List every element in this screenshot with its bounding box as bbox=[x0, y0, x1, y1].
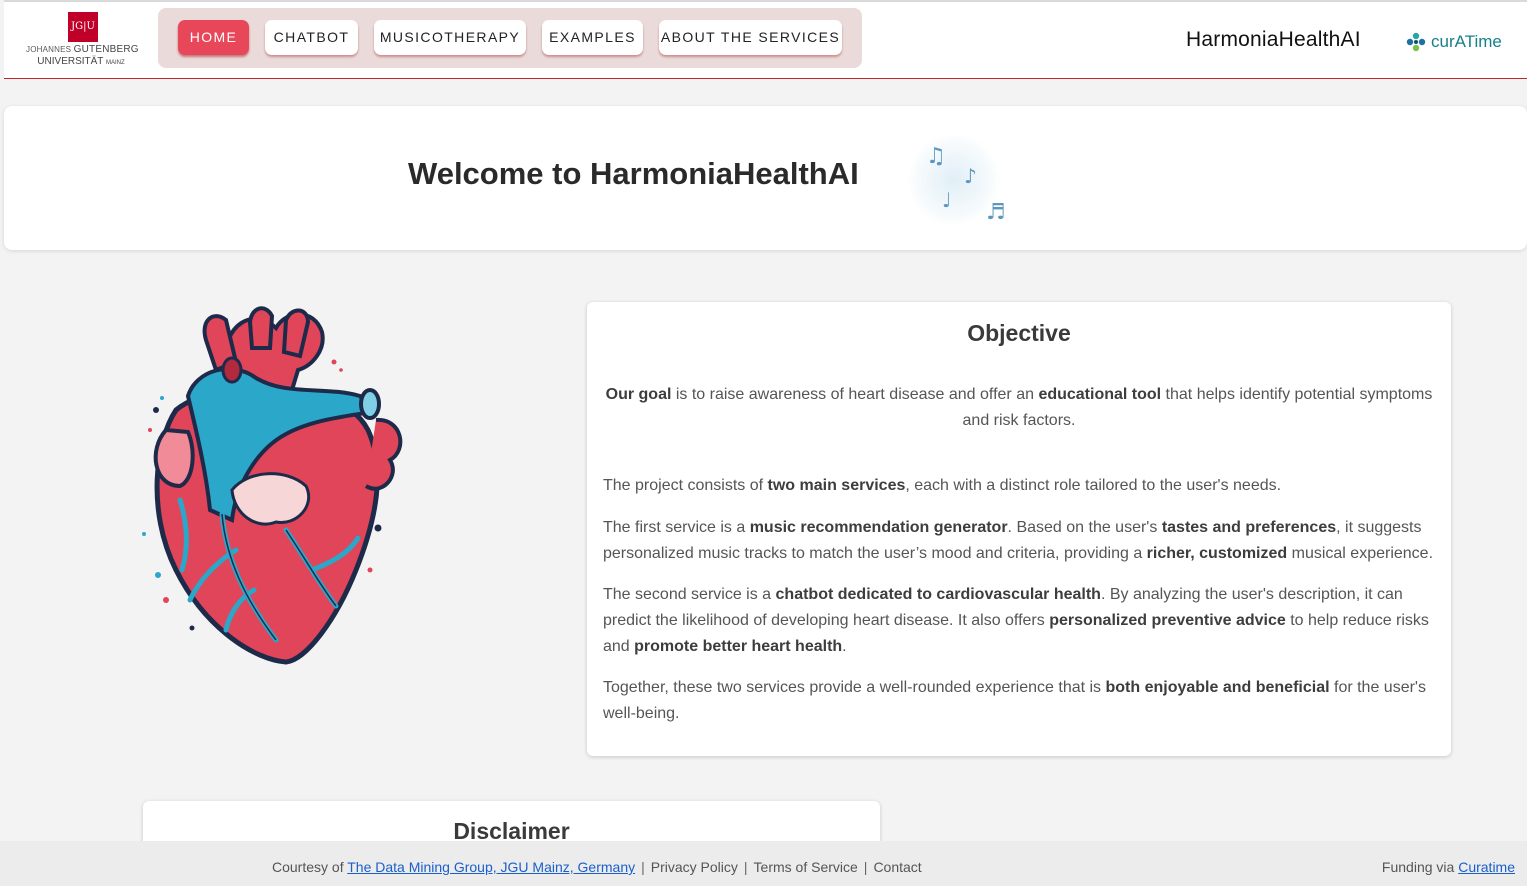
p1-bold-1: two main services bbox=[767, 477, 906, 494]
funding-note: Funding via Curatime bbox=[1382, 859, 1515, 875]
nav-examples-button[interactable]: EXAMPLES bbox=[542, 20, 643, 55]
quarter-note-icon: ♩ bbox=[942, 188, 952, 212]
top-header: JG|U JOHANNES GUTENBERG UNIVERSITÄT MAIN… bbox=[4, 2, 1527, 79]
left-auricle bbox=[153, 427, 195, 489]
footer-links: Courtesy of The Data Mining Group, JGU M… bbox=[272, 859, 922, 875]
logo-line-2: UNIVERSITÄT MAINZ bbox=[26, 56, 136, 67]
logo-line-2-small: MAINZ bbox=[106, 60, 125, 66]
privacy-policy-link[interactable]: Privacy Policy bbox=[651, 859, 738, 875]
goal-bold-1: Our goal bbox=[605, 386, 672, 403]
p3-text-1: The second service is a bbox=[603, 586, 776, 603]
courtesy-prefix: Courtesy of bbox=[272, 859, 348, 875]
logo-line-1-small: JOHANNES bbox=[26, 45, 72, 54]
welcome-title: Welcome to HarmoniaHealthAI bbox=[408, 156, 859, 191]
p3-bold-3: promote better heart health bbox=[634, 638, 843, 655]
p2-bold-3: richer, customized bbox=[1146, 545, 1288, 562]
paragraph-summary: Together, these two services provide a w… bbox=[603, 675, 1439, 727]
p3-text-4: . bbox=[842, 638, 847, 655]
music-notes-icon: ♫ ♪ ♩ ♬ bbox=[904, 130, 1014, 230]
objective-goal: Our goal is to raise awareness of heart … bbox=[603, 382, 1435, 434]
nav-home-button[interactable]: HOME bbox=[178, 20, 249, 55]
p2-text-4: musical experience. bbox=[1287, 545, 1434, 562]
p1-text-2: , each with a distinct role tailored to … bbox=[905, 477, 1282, 494]
eighth-note-icon: ♪ bbox=[964, 164, 977, 188]
nav-chatbot-button[interactable]: CHATBOT bbox=[265, 20, 358, 55]
curatime-logo-icon bbox=[1406, 32, 1426, 52]
objective-title: Objective bbox=[967, 320, 1071, 346]
footer-separator: | bbox=[863, 859, 868, 875]
anatomical-heart-illustration bbox=[142, 306, 403, 665]
curatime-link[interactable]: Curatime bbox=[1458, 859, 1515, 875]
p2-bold-2: tastes and preferences bbox=[1161, 519, 1337, 536]
p4-bold-1: both enjoyable and beneficial bbox=[1105, 679, 1330, 696]
p2-text-1: The first service is a bbox=[603, 519, 750, 536]
contact-link[interactable]: Contact bbox=[873, 859, 921, 875]
jgu-logo-mark: JG|U bbox=[68, 12, 98, 42]
beamed-note-icon: ♫ bbox=[926, 144, 946, 169]
nav-musicotherapy-button[interactable]: MUSICOTHERAPY bbox=[374, 20, 526, 55]
curatime-logo-text: curATime bbox=[1431, 32, 1502, 51]
p4-text-1: Together, these two services provide a w… bbox=[603, 679, 1106, 696]
university-logo[interactable]: JG|U JOHANNES GUTENBERG UNIVERSITÄT MAIN… bbox=[26, 10, 139, 70]
footer-separator: | bbox=[743, 859, 748, 875]
objective-card: Objective Our goal is to raise awareness… bbox=[587, 302, 1451, 756]
goal-text-1: is to raise awareness of heart disease a… bbox=[671, 386, 1039, 403]
p2-text-2: . Based on the user's bbox=[1007, 519, 1162, 536]
vena-cava-opening bbox=[221, 356, 243, 384]
p3-bold-1: chatbot dedicated to cardiovascular heal… bbox=[775, 586, 1101, 603]
goal-bold-2: educational tool bbox=[1038, 386, 1162, 403]
sixteenth-note-icon: ♬ bbox=[986, 200, 1006, 225]
aorta-branch-mid bbox=[247, 306, 275, 350]
main-navigation: HOME CHATBOT MUSICOTHERAPY EXAMPLES ABOU… bbox=[158, 8, 862, 68]
logo-line-2-main: UNIVERSITÄT bbox=[37, 56, 104, 67]
nav-about-services-button[interactable]: ABOUT THE SERVICES bbox=[659, 20, 842, 55]
terms-of-service-link[interactable]: Terms of Service bbox=[754, 859, 858, 875]
p1-text-1: The project consists of bbox=[603, 477, 768, 494]
logo-line-1-main: GUTENBERG bbox=[73, 44, 139, 55]
paragraph-music-service: The first service is a music recommendat… bbox=[603, 515, 1439, 567]
p2-bold-1: music recommendation generator bbox=[749, 519, 1008, 536]
data-mining-group-link[interactable]: The Data Mining Group, JGU Mainz, German… bbox=[347, 859, 635, 875]
welcome-banner: Welcome to HarmoniaHealthAI ♫ ♪ ♩ ♬ bbox=[4, 106, 1527, 250]
curatime-logo[interactable]: curATime bbox=[1404, 30, 1502, 54]
footer-separator: | bbox=[641, 859, 645, 875]
valve-area bbox=[230, 472, 311, 526]
logo-line-1: JOHANNES GUTENBERG bbox=[26, 44, 139, 55]
funding-prefix: Funding via bbox=[1381, 859, 1459, 875]
paragraph-services-overview: The project consists of two main service… bbox=[603, 473, 1439, 499]
right-atrium bbox=[364, 417, 403, 491]
brand-title: HarmoniaHealthAI bbox=[1186, 28, 1361, 51]
p3-bold-2: personalized preventive advice bbox=[1049, 612, 1286, 629]
paragraph-chatbot-service: The second service is a chatbot dedicate… bbox=[603, 582, 1439, 660]
footer: Courtesy of The Data Mining Group, JGU M… bbox=[0, 841, 1527, 886]
vessel-opening bbox=[359, 388, 381, 420]
